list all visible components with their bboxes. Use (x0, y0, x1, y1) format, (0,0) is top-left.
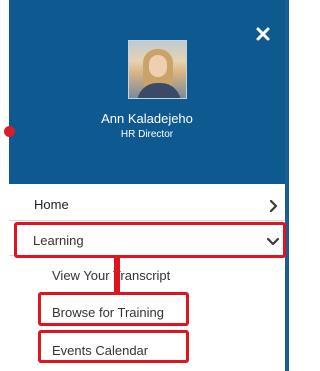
user-profile-header: Ann Kaladejeho HR Director (9, 0, 285, 184)
nav-subitem-view-transcript[interactable]: View Your Transcript (52, 268, 170, 283)
avatar-face (149, 55, 167, 77)
nav-item-home[interactable]: Home (9, 189, 285, 221)
close-icon[interactable] (255, 26, 271, 42)
annotation-box-events-calendar (38, 330, 189, 363)
user-name: Ann Kaladejeho (101, 111, 193, 126)
annotation-connector (114, 255, 120, 295)
chevron-right-icon (267, 199, 279, 213)
user-title: HR Director (120, 129, 174, 140)
annotation-dot (4, 126, 15, 137)
nav-item-home-label: Home (34, 197, 69, 212)
annotation-box-browse-training (38, 292, 189, 326)
avatar[interactable] (128, 40, 187, 99)
app-window: Ann Kaladejeho HR Director Home Learning… (0, 0, 289, 371)
left-edge-strip (0, 0, 9, 371)
annotation-box-learning (14, 222, 286, 258)
